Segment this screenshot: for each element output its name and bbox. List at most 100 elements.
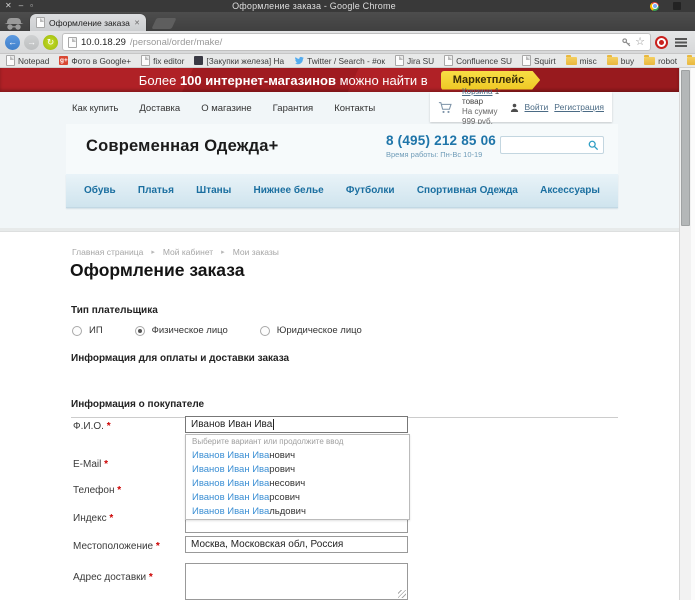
reload-button[interactable]: ↻	[43, 35, 58, 50]
site-logo[interactable]: Современная Одежда+	[86, 137, 279, 156]
menu-accessories[interactable]: Аксессуары	[540, 185, 600, 196]
nav-warranty[interactable]: Гарантия	[273, 103, 314, 114]
window-title: Оформление заказа - Google Chrome	[38, 1, 650, 11]
search-box[interactable]	[500, 136, 604, 154]
breadcrumb-cabinet[interactable]: Мой кабинет	[163, 247, 213, 257]
window-minimize-icon[interactable]: –	[19, 0, 23, 12]
back-button[interactable]: ←	[5, 35, 20, 50]
window-maximize-icon[interactable]: ▫	[30, 0, 33, 12]
login-link[interactable]: Войти	[525, 102, 549, 112]
search-input[interactable]	[501, 138, 588, 152]
autocomplete-option[interactable]: Иванов Иван Иванесович	[186, 477, 409, 491]
tab-close-icon[interactable]: ✕	[134, 19, 140, 27]
page-icon	[444, 55, 453, 66]
url-host: 10.0.18.29	[81, 37, 126, 48]
menu-tshirts[interactable]: Футболки	[346, 185, 395, 196]
chrome-menu-icon[interactable]	[675, 38, 687, 47]
google-plus-icon: g+	[59, 56, 68, 65]
autocomplete-option[interactable]: Иванов Иван Иванович	[186, 449, 409, 463]
cart-summary: Корзина 1 товар На сумму 999 руб.	[462, 87, 502, 127]
required-asterisk: *	[117, 485, 121, 496]
register-link[interactable]: Регистрация	[554, 102, 604, 112]
adblock-extension-icon[interactable]	[655, 36, 668, 49]
menu-underwear[interactable]: Нижнее белье	[253, 185, 323, 196]
folder-icon	[644, 57, 655, 65]
nav-delivery[interactable]: Доставка	[139, 103, 180, 114]
scrollbar-thumb[interactable]	[681, 70, 690, 226]
window-close-icon[interactable]: ✕	[5, 0, 12, 12]
location-label: Местоположение *	[73, 541, 160, 552]
location-value: Москва, Московская обл, Россия	[191, 539, 343, 550]
radio-ip-label[interactable]: ИП	[89, 325, 103, 336]
bookmark-google-plus[interactable]: g+Фото в Google+	[59, 56, 131, 66]
radio-individual[interactable]	[135, 326, 145, 336]
bookmark-jira[interactable]: Jira SU	[395, 55, 434, 66]
cart-icon	[438, 101, 454, 114]
bookmark-zakupki[interactable]: [Закупки железа] На	[194, 56, 284, 66]
browser-tab[interactable]: Оформление заказа ✕	[30, 14, 146, 31]
required-asterisk: *	[109, 513, 113, 524]
nav-about[interactable]: О магазине	[201, 103, 251, 114]
page-scrollbar[interactable]	[679, 68, 691, 600]
menu-shoes[interactable]: Обувь	[84, 185, 116, 196]
url-path: /personal/order/make/	[130, 37, 222, 48]
email-label: E-Mail *	[73, 459, 108, 470]
tray-icon	[673, 2, 681, 10]
payment-section-title: Информация для оплаты и доставки заказа	[71, 353, 289, 364]
nav-contacts[interactable]: Контакты	[334, 103, 375, 114]
payer-type-options: ИП Физическое лицо Юридическое лицо	[72, 325, 362, 336]
menu-pants[interactable]: Штаны	[196, 185, 231, 196]
twitter-icon	[294, 56, 304, 65]
forward-button[interactable]: →	[24, 35, 39, 50]
radio-legal-label[interactable]: Юридическое лицо	[277, 325, 362, 336]
breadcrumb-home[interactable]: Главная страница	[72, 247, 143, 257]
autocomplete-dropdown: Выберите вариант или продолжите ввод Ива…	[185, 434, 410, 520]
menu-dresses[interactable]: Платья	[138, 185, 174, 196]
chrome-logo-icon	[650, 2, 659, 11]
bookmark-squirt[interactable]: Squirt	[522, 55, 556, 66]
section-divider	[0, 228, 695, 232]
autocomplete-option[interactable]: Иванов Иван Ивальдович	[186, 505, 409, 519]
new-tab-button[interactable]	[151, 18, 176, 29]
address-bar[interactable]: 10.0.18.29/personal/order/make/ ☆	[62, 33, 651, 51]
bookmark-folder-misc[interactable]: misc	[566, 56, 597, 66]
address-textarea[interactable]	[186, 564, 407, 599]
cart-link[interactable]: Корзина	[462, 87, 492, 96]
site-icon	[194, 56, 203, 65]
bookmark-folder-new[interactable]: New folder	[687, 56, 695, 66]
bookmark-folder-robot[interactable]: robot	[644, 56, 677, 66]
autocomplete-hint: Выберите вариант или продолжите ввод	[186, 435, 409, 449]
bookmark-twitter[interactable]: Twitter / Search - #ок	[294, 56, 385, 66]
resize-grip-icon[interactable]	[398, 590, 406, 598]
user-icon	[510, 103, 519, 112]
bookmark-notepad[interactable]: Notepad	[6, 55, 49, 66]
radio-legal[interactable]	[260, 326, 270, 336]
bookmark-confluence[interactable]: Confluence SU	[444, 55, 512, 66]
zip-input[interactable]	[185, 519, 408, 533]
nav-how-to-buy[interactable]: Как купить	[72, 103, 118, 114]
bookmark-fix-editor[interactable]: fix editor	[141, 55, 184, 66]
page-icon	[141, 55, 150, 66]
bookmark-folder-buy[interactable]: buy	[607, 56, 634, 66]
tab-strip: Оформление заказа ✕	[0, 12, 695, 31]
catalog-menu: Обувь Платья Штаны Нижнее белье Футболки…	[66, 174, 618, 208]
fio-value: Иванов Иван Ива	[191, 419, 272, 430]
autocomplete-option[interactable]: Иванов Иван Иварсович	[186, 491, 409, 505]
fio-input[interactable]: Иванов Иван Ива	[185, 416, 408, 433]
marketplace-banner[interactable]: Более 100 интернет-магазинов можно найти…	[0, 68, 679, 92]
radio-individual-label[interactable]: Физическое лицо	[152, 325, 228, 336]
breadcrumb-orders[interactable]: Мои заказы	[233, 247, 279, 257]
autocomplete-option[interactable]: Иванов Иван Иварович	[186, 463, 409, 477]
window-controls[interactable]: ✕ – ▫	[0, 0, 38, 12]
window-edge	[691, 68, 695, 600]
required-asterisk: *	[149, 572, 153, 583]
location-input[interactable]: Москва, Московская обл, Россия	[185, 536, 408, 553]
phone-number: 8 (495) 212 85 06	[386, 133, 496, 148]
key-icon[interactable]	[622, 38, 631, 47]
menu-sportswear[interactable]: Спортивная Одежда	[417, 185, 518, 196]
incognito-icon	[0, 17, 30, 31]
address-label: Адрес доставки *	[73, 572, 153, 583]
radio-ip[interactable]	[72, 326, 82, 336]
bookmark-star-icon[interactable]: ☆	[635, 37, 645, 47]
search-icon[interactable]	[588, 140, 603, 151]
